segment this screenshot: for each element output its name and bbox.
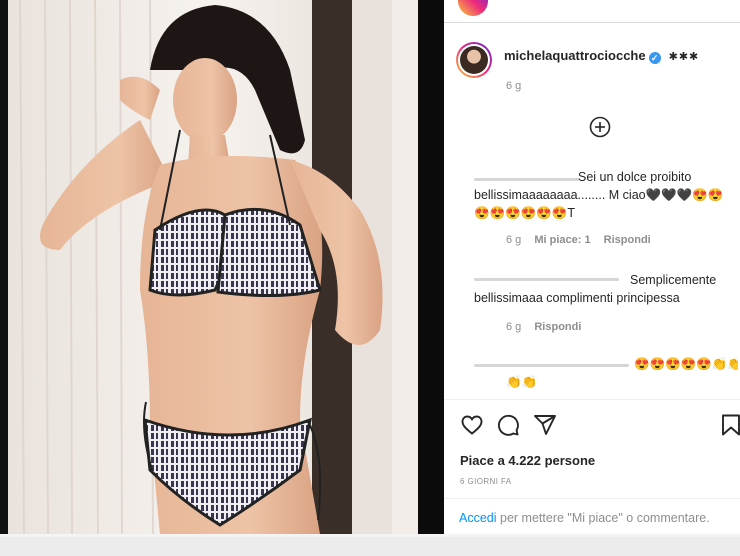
photo-divider bbox=[418, 0, 444, 534]
verified-badge-icon: ✓ bbox=[648, 52, 661, 64]
share-icon[interactable] bbox=[533, 413, 557, 437]
comment-3-text-cont: 👏👏 bbox=[506, 375, 538, 389]
avatar[interactable] bbox=[458, 0, 488, 16]
bookmark-icon[interactable] bbox=[720, 413, 740, 437]
comment-1-likes[interactable]: Mi piace: 1 bbox=[534, 234, 590, 246]
top-bar bbox=[444, 0, 740, 23]
heart-icon[interactable] bbox=[460, 413, 484, 437]
login-link[interactable]: Accedi bbox=[459, 511, 497, 525]
post-sidebar: michelaquattrociocche ✓ ✱✱✱ 6 g Sei un dol… bbox=[444, 0, 740, 534]
post-time[interactable]: 6 g bbox=[506, 80, 521, 92]
login-prompt: Accedi per mettere "Mi piace" o commenta… bbox=[444, 498, 740, 535]
comment-2-time[interactable]: 6 g bbox=[506, 321, 521, 333]
comment-2-meta: 6 g Rispondi bbox=[506, 321, 581, 333]
comment-1-reply[interactable]: Rispondi bbox=[604, 234, 651, 246]
page-footer-area bbox=[0, 534, 740, 556]
comment-1-time[interactable]: 6 g bbox=[506, 234, 521, 246]
profile-avatar[interactable] bbox=[456, 42, 492, 78]
likes-count[interactable]: Piace a 4.222 persone bbox=[460, 453, 595, 468]
commenter-name-hidden bbox=[474, 364, 629, 367]
post-photo[interactable] bbox=[0, 0, 418, 534]
post-header: michelaquattrociocche ✓ ✱✱✱ bbox=[504, 48, 699, 64]
comment-2-text: Semplicemente bellissimaaa complimenti p… bbox=[474, 273, 717, 305]
comment-1-meta: 6 g Mi piace: 1 Rispondi bbox=[506, 234, 651, 246]
plus-circle-icon[interactable] bbox=[589, 116, 611, 138]
comment-2-reply[interactable]: Rispondi bbox=[534, 321, 581, 333]
divider bbox=[444, 399, 740, 400]
login-prompt-text: per mettere "Mi piace" o commentare. bbox=[500, 511, 710, 525]
username-link[interactable]: michelaquattrociocche bbox=[504, 48, 646, 63]
comment-3-text: 😍😍😍😍😍👏👏👏👏 bbox=[634, 357, 738, 371]
caption-text: ✱✱✱ bbox=[668, 51, 700, 63]
post-date[interactable]: 6 GIORNI FA bbox=[460, 477, 512, 486]
action-bar bbox=[444, 413, 740, 439]
comment-1-text: Sei un dolce proibito bellissimaaaaaaaa.… bbox=[474, 170, 724, 220]
comment-icon[interactable] bbox=[496, 413, 520, 437]
photo-illustration bbox=[0, 0, 418, 534]
